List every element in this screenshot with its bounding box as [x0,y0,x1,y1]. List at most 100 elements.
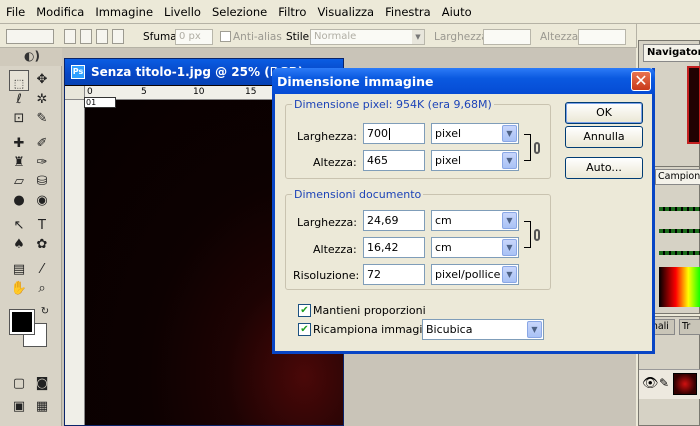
chevron-down-icon: ▼ [502,212,517,229]
hand-tool-icon[interactable]: ✋ [9,279,29,298]
tab-paths[interactable]: Tr [679,319,700,335]
healing-brush-tool-icon[interactable]: ✚ [9,134,29,153]
pixel-height-value: 465 [367,154,388,167]
quick-mask-icon[interactable]: ◙ [32,374,52,393]
eyedropper-tool-icon[interactable]: ⁄ [32,260,52,279]
intersect-selection-icon[interactable] [112,29,124,44]
resolution-input[interactable]: 72 [363,264,425,285]
resample-method-select[interactable]: Bicubica ▼ [422,319,544,340]
swap-colors-icon[interactable]: ↻ [38,306,52,318]
new-selection-icon[interactable] [64,29,76,44]
paint-bucket-tool-icon[interactable]: ⛁ [32,172,52,191]
style-select[interactable]: Normale ▼ [310,29,425,45]
doc-height-unit-select[interactable]: cm ▼ [431,237,519,258]
lasso-tool-icon[interactable]: ℓ [9,90,29,109]
blur-tool-icon[interactable]: ● [9,191,29,210]
layer-row[interactable]: 👁 ✎ [639,369,700,399]
color-gradient-swatch[interactable] [659,267,700,307]
menu-aiuto[interactable]: Aiuto [442,5,472,19]
swatch-row[interactable] [659,207,700,211]
ok-button[interactable]: OK [565,102,643,124]
screen-mode-standard-icon[interactable]: ▣ [9,397,29,416]
chevron-down-icon: ▼ [502,266,517,283]
menu-livello[interactable]: Livello [164,5,201,19]
close-icon[interactable]: ✕ [631,71,651,91]
dialog-titlebar[interactable]: Dimensione immagine ✕ [272,68,655,94]
layer-badge: 01 [84,97,116,108]
subtract-selection-icon[interactable] [96,29,108,44]
resample-image-checkbox[interactable]: ✔ [298,323,311,336]
ruler-tick: 10 [193,87,205,97]
crop-tool-icon[interactable]: ⊡ [9,109,29,128]
shape-tool-icon[interactable]: ✿ [32,235,52,254]
pixel-width-value: 700 [367,127,388,140]
tab-navigator[interactable]: Navigatore [643,44,700,62]
pixel-height-label: Altezza: [313,156,357,169]
width-input[interactable] [483,29,531,45]
pixel-height-unit: pixel [435,154,462,167]
auto-button[interactable]: Auto... [565,157,643,179]
layer-thumbnail [673,373,697,395]
menu-visualizza[interactable]: Visualizza [317,5,374,19]
eraser-tool-icon[interactable]: ▱ [9,172,29,191]
constrain-bracket [524,221,531,248]
doc-height-value: 16,42 [367,241,399,254]
menu-immagine[interactable]: Immagine [95,5,153,19]
pixel-width-unit-select[interactable]: pixel ▼ [431,123,519,144]
pixel-width-label: Larghezza: [297,130,357,143]
standard-mode-icon[interactable]: ▢ [9,374,29,393]
pixel-height-input[interactable]: 465 [363,150,425,171]
history-brush-tool-icon[interactable]: ✑ [32,153,52,172]
feather-input[interactable]: 0 px [175,29,213,45]
navigator-thumbnail[interactable] [687,66,700,144]
height-label: Altezza: [540,31,582,43]
constrain-bracket [524,134,531,161]
doc-width-unit: cm [435,214,452,227]
add-selection-icon[interactable] [80,29,92,44]
pixel-height-unit-select[interactable]: pixel ▼ [431,150,519,171]
menu-selezione[interactable]: Selezione [212,5,267,19]
chevron-down-icon: ▼ [502,152,517,169]
ruler-tick: 5 [141,87,147,97]
height-input[interactable] [578,29,626,45]
menu-modifica[interactable]: Modifica [36,5,84,19]
tab-swatches[interactable]: Campioni [655,169,700,185]
resolution-unit-select[interactable]: pixel/pollice ▼ [431,264,519,285]
marquee-tool-icon[interactable]: ⬚ [9,70,29,91]
style-label: Stile: [286,31,313,43]
menu-finestra[interactable]: Finestra [385,5,431,19]
type-tool-icon[interactable]: T [32,216,52,235]
constrain-proportions-checkbox[interactable]: ✔ [298,304,311,317]
slice-tool-icon[interactable]: ✎ [32,109,52,128]
doc-width-input[interactable]: 24,69 [363,210,425,231]
pen-tool-icon[interactable]: ♠ [9,235,29,254]
dodge-tool-icon[interactable]: ◉ [32,191,52,210]
antialias-checkbox[interactable] [220,31,231,42]
swatch-row[interactable] [659,229,700,233]
zoom-tool-icon[interactable]: ⌕ [32,279,52,298]
cancel-button[interactable]: Annulla [565,126,643,148]
foreground-color-swatch[interactable] [9,309,35,335]
doc-width-unit-select[interactable]: cm ▼ [431,210,519,231]
path-selection-tool-icon[interactable]: ↖ [9,216,29,235]
eye-icon[interactable]: 👁 [642,376,659,391]
magic-wand-tool-icon[interactable]: ✲ [32,90,52,109]
pixel-width-input[interactable]: 700 [363,123,425,144]
menu-filtro[interactable]: Filtro [278,5,306,19]
move-tool-icon[interactable]: ✥ [32,70,52,89]
swatch-row[interactable] [659,251,700,255]
brush-tool-icon[interactable]: ✐ [32,134,52,153]
toolbox: ◐) ⬚ ✥ ℓ ✲ ⊡ ✎ ✚ ✐ ♜ ✑ ▱ ⛁ ● ◉ ↖ T ♠ ✿ ▤… [0,48,62,426]
vertical-ruler[interactable] [65,100,85,425]
resolution-label: Risoluzione: [293,269,360,282]
screen-mode-full-icon[interactable]: ▦ [32,397,52,416]
doc-height-label: Altezza: [313,243,357,256]
doc-height-input[interactable]: 16,42 [363,237,425,258]
style-select-value: Normale [314,31,357,42]
menu-file[interactable]: File [6,5,25,19]
photoshop-doc-icon: Ps [71,65,85,79]
ruler-origin[interactable] [65,86,85,100]
tool-preset-picker[interactable] [6,29,54,44]
clone-stamp-tool-icon[interactable]: ♜ [9,153,29,172]
notes-tool-icon[interactable]: ▤ [9,260,29,279]
